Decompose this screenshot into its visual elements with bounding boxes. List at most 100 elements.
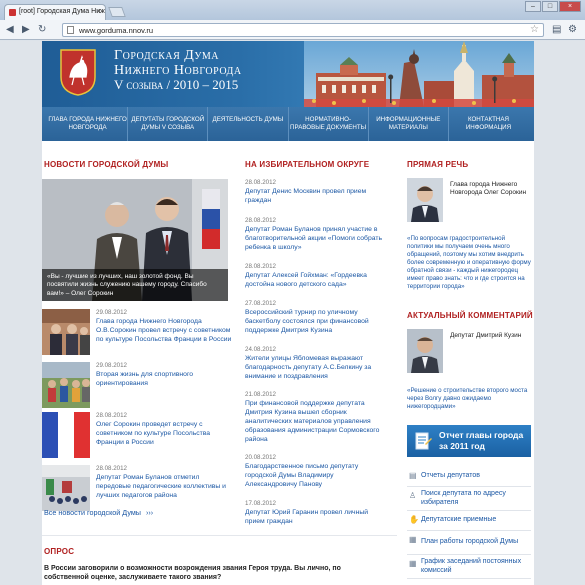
- menu-item-head-of-city[interactable]: Глава города Нижнего Новгорода: [48, 107, 129, 141]
- menu-item-activity[interactable]: Деятельность Думы: [208, 107, 289, 141]
- district-date: 28.08.2012: [245, 217, 276, 224]
- news-heading[interactable]: Новости городской Думы: [44, 160, 168, 169]
- comment-quote[interactable]: «Решение о строительстве второго моста ч…: [407, 387, 531, 411]
- kuzin-photo[interactable]: [407, 329, 443, 373]
- sorokin-photo[interactable]: [407, 178, 443, 222]
- district-item[interactable]: 28.08.2012 Депутат Роман Буланов принял …: [245, 217, 385, 253]
- district-date: 21.08.2012: [245, 391, 276, 398]
- site-container: Городская Дума Нижнего Новгорода V созыв…: [42, 41, 534, 585]
- quick-link-work-plan[interactable]: ▦ План работы городской Думы: [407, 531, 531, 555]
- quick-link-reception-offices[interactable]: ✋ Депутатские приемные: [407, 511, 531, 531]
- district-title[interactable]: Жители улицы Ябломевая выражают благодар…: [245, 355, 385, 382]
- city-emblem-icon[interactable]: [58, 47, 98, 97]
- person-search-icon: ♙: [409, 491, 417, 500]
- close-tab-icon[interactable]: ×: [96, 7, 101, 16]
- quick-link-label: График заседаний постоянных комиссий: [421, 558, 522, 574]
- menu-item-information[interactable]: Информационные материалы: [369, 107, 449, 141]
- menu-item-deputies[interactable]: Депутаты городской Думы V созыва: [128, 107, 209, 141]
- district-title[interactable]: При финансовой поддержке депутата Дмитри…: [245, 400, 385, 445]
- district-title[interactable]: Депутат Юрий Гаранин провел личный прием…: [245, 509, 385, 527]
- page-icon: [67, 26, 74, 34]
- reload-icon[interactable]: ↻: [38, 24, 46, 35]
- news-item[interactable]: 28.08.2012 Олег Сорокин проведет встречу…: [42, 412, 232, 458]
- document-icon: ▤: [409, 471, 417, 480]
- comment-person[interactable]: Депутат Дмитрий Кузин: [450, 332, 530, 340]
- minimize-icon[interactable]: –: [525, 1, 541, 12]
- site-title-line3: V созыва / 2010 – 2015: [114, 77, 239, 93]
- district-item[interactable]: 17.08.2012 Депутат Юрий Гаранин провел л…: [245, 500, 385, 527]
- news-date: 28.08.2012: [96, 412, 127, 419]
- site-title[interactable]: Городская Дума Нижнего Новгорода V созыв…: [114, 48, 242, 93]
- all-news-arrow: ›››: [145, 508, 154, 517]
- menu-item-contacts[interactable]: Контактная информация: [449, 107, 528, 141]
- quick-link-commission-schedule[interactable]: ▦ График заседаний постоянных комиссий: [407, 555, 531, 579]
- district-item[interactable]: 24.08.2012 Жители улицы Ябломевая выража…: [245, 346, 385, 382]
- kremlin-skyline-image: [304, 41, 534, 107]
- forward-icon[interactable]: ▶: [22, 24, 30, 35]
- divider: [42, 535, 397, 536]
- browser-tabbar: [root] Городская Дума Ниж × – □ ×: [0, 0, 585, 20]
- news-title[interactable]: Олег Сорокин проведет встречу с советник…: [96, 421, 232, 447]
- direct-speech-heading[interactable]: Прямая речь: [407, 160, 468, 169]
- district-date: 27.08.2012: [245, 300, 276, 307]
- district-item[interactable]: 28.08.2012 Депутат Алексей Гойхман: «Гор…: [245, 263, 385, 290]
- direct-speech-quote[interactable]: «По вопросам градостроительной политики …: [407, 235, 531, 291]
- wrench-icon[interactable]: ⚙: [568, 24, 577, 35]
- news-date: 29.08.2012: [96, 362, 127, 369]
- site-header: Городская Дума Нижнего Новгорода V созыв…: [42, 41, 534, 107]
- district-title[interactable]: Всероссийский турнир по уличному баскетб…: [245, 309, 385, 336]
- calendar-icon: ▦: [409, 559, 417, 568]
- hero-photo[interactable]: «Вы - лучшие из лучших, наш золотой фонд…: [42, 179, 228, 301]
- district-item[interactable]: 21.08.2012 При финансовой поддержке депу…: [245, 391, 385, 445]
- district-item[interactable]: 28.08.2012 Депутат Денис Москвин провел …: [245, 179, 385, 206]
- district-date: 28.08.2012: [245, 263, 276, 270]
- url-text: www.gorduma.nnov.ru: [79, 26, 154, 35]
- close-window-icon[interactable]: ×: [559, 1, 581, 12]
- news-thumbnail: [42, 362, 90, 408]
- news-date: 29.08.2012: [96, 309, 127, 316]
- quick-link-deputy-reports[interactable]: ▤ Отчеты депутатов: [407, 467, 531, 487]
- quick-link-find-deputy[interactable]: ♙ Поиск депутата по адресу избирателя: [407, 487, 531, 511]
- district-title[interactable]: Депутат Денис Москвин провел прием гражд…: [245, 188, 385, 206]
- news-title[interactable]: Вторая жизнь для спортивного ориентирова…: [96, 371, 232, 389]
- bookmark-star-icon[interactable]: ☆: [530, 24, 539, 35]
- window-controls: – □ ×: [525, 1, 581, 12]
- main-menu: Глава города Нижнего Новгорода Депутаты …: [42, 107, 534, 141]
- back-icon[interactable]: ◀: [6, 24, 14, 35]
- hero-caption[interactable]: «Вы - лучшие из лучших, наш золотой фонд…: [42, 269, 228, 301]
- menu-item-documents[interactable]: Нормативно-правовые документы: [289, 107, 369, 141]
- news-title[interactable]: Депутат Роман Буланов отметил передовые …: [96, 474, 232, 500]
- all-news-link[interactable]: Все новости городской Думы ›››: [44, 508, 153, 517]
- quick-link-label: Отчеты депутатов: [421, 472, 481, 480]
- maximize-icon[interactable]: □: [542, 1, 558, 12]
- annual-report-label: Отчет главы города за 2011 год: [439, 430, 524, 451]
- district-heading[interactable]: На избирательном округе: [245, 160, 369, 169]
- annual-report-button[interactable]: Отчет главы города за 2011 год: [407, 425, 531, 457]
- district-title[interactable]: Депутат Алексей Гойхман: «Гордеевка дост…: [245, 272, 385, 290]
- news-item[interactable]: 29.08.2012 Глава города Нижнего Новгород…: [42, 309, 232, 355]
- calendar-icon: ▦: [409, 535, 417, 544]
- district-title[interactable]: Благодарственное письмо депутату городск…: [245, 463, 385, 490]
- france-flag-thumbnail: [42, 412, 90, 458]
- district-item[interactable]: 20.08.2012 Благодарственное письмо депут…: [245, 454, 385, 490]
- direct-speech-person[interactable]: Глава города Нижнего Новгорода Олег Соро…: [450, 181, 530, 198]
- tab-title: [root] Городская Дума Ниж: [19, 8, 105, 15]
- news-thumbnail: [42, 309, 90, 355]
- news-thumbnail: [42, 465, 90, 511]
- quick-link-label: Поиск депутата по адресу избирателя: [421, 490, 506, 506]
- site-title-line2: Нижнего Новгорода: [114, 62, 242, 78]
- page-menu-icon[interactable]: ▤: [552, 24, 561, 35]
- news-item[interactable]: 29.08.2012 Вторая жизнь для спортивного …: [42, 362, 232, 408]
- district-item[interactable]: 27.08.2012 Всероссийский турнир по уличн…: [245, 300, 385, 336]
- page-background: Городская Дума Нижнего Новгорода V созыв…: [0, 41, 585, 585]
- address-bar[interactable]: www.gorduma.nnov.ru ☆: [62, 23, 544, 37]
- new-tab-button[interactable]: [108, 7, 126, 17]
- poll-heading[interactable]: Опрос: [44, 547, 74, 556]
- news-item[interactable]: 28.08.2012 Депутат Роман Буланов отметил…: [42, 465, 232, 511]
- all-news-link-label: Все новости городской Думы: [44, 508, 141, 517]
- browser-tab[interactable]: [root] Городская Дума Ниж ×: [4, 4, 106, 20]
- district-title[interactable]: Депутат Роман Буланов принял участие в б…: [245, 226, 385, 253]
- comment-heading[interactable]: Актуальный комментарий: [407, 311, 533, 320]
- district-date: 24.08.2012: [245, 346, 276, 353]
- news-title[interactable]: Глава города Нижнего Новгорода О.В.Сорок…: [96, 318, 232, 344]
